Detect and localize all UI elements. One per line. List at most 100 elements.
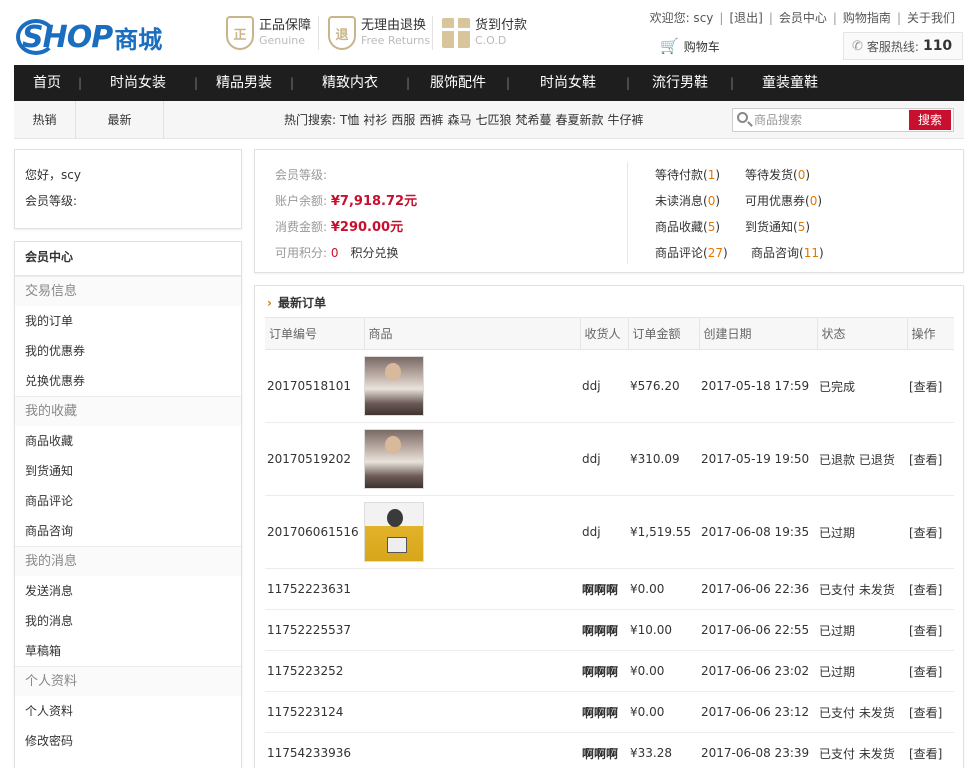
view-link[interactable]: [查看] (907, 732, 954, 768)
nav-item-underwear[interactable]: 精致内衣 (290, 65, 408, 101)
view-link[interactable]: [查看] (907, 609, 954, 651)
order-id: 1175223124 (265, 691, 364, 733)
view-link[interactable]: [查看] (907, 691, 954, 733)
product-thumbnail[interactable] (364, 429, 424, 489)
menu-link-my-orders[interactable]: 我的订单 (15, 306, 241, 336)
created-date: 2017-06-06 22:36 (699, 568, 817, 610)
hot-term[interactable]: 西服 (391, 113, 415, 127)
menu-link-product-inquiries[interactable]: 商品咨询 (15, 516, 241, 546)
created-date: 2017-06-08 23:39 (699, 732, 817, 768)
stat-product-reviews[interactable]: 商品评论(27) (655, 240, 728, 266)
order-id: 11752225537 (265, 609, 364, 651)
stat-product-favorites[interactable]: 商品收藏(5) (655, 214, 720, 240)
menu-link-change-password[interactable]: 修改密码 (15, 726, 241, 756)
menu-link-profile[interactable]: 个人资料 (15, 696, 241, 726)
about-link[interactable]: 关于我们 (907, 11, 955, 25)
menu-link-my-messages[interactable]: 我的消息 (15, 606, 241, 636)
created-date: 2017-06-06 23:02 (699, 650, 817, 692)
member-center-link[interactable]: 会员中心 (779, 11, 827, 25)
chevron-right-icon: › (267, 296, 272, 310)
view-link[interactable]: [查看] (907, 495, 954, 569)
nav-item-men-shoes[interactable]: 流行男鞋 (626, 65, 732, 101)
logout-link[interactable]: [退出] (729, 11, 762, 25)
hot-term[interactable]: 七匹狼 (475, 113, 511, 127)
phone-icon: ✆ (852, 38, 863, 54)
badge-subtitle: C.O.D (475, 34, 507, 47)
view-link[interactable]: [查看] (907, 349, 954, 423)
nav-item-home[interactable]: 首页 (14, 65, 80, 101)
receiver: 啊啊啊 (580, 691, 628, 733)
divider (627, 162, 628, 264)
menu-link-send-message[interactable]: 发送消息 (15, 576, 241, 606)
created-date: 2017-05-19 19:50 (699, 422, 817, 496)
hot-term[interactable]: T恤 (340, 113, 359, 127)
search-button[interactable]: 搜索 (909, 110, 951, 130)
col-date: 创建日期 (699, 317, 818, 350)
shield-zheng-icon: 正 (226, 16, 254, 50)
member-level-label: 会员等级: (25, 194, 78, 208)
hot-search-label: 热门搜索: (284, 113, 337, 127)
nav-item-women[interactable]: 时尚女装 (78, 65, 196, 101)
badge-title: 货到付款 (475, 18, 528, 33)
menu-group-favorites: 我的收藏 (15, 396, 241, 426)
sub-bar: 热销 最新 热门搜索:T恤衬衫西服西裤森马七匹狼梵希蔓春夏新款牛仔裤 搜索 (14, 101, 964, 139)
search-input[interactable] (754, 111, 909, 129)
view-link[interactable]: [查看] (907, 568, 954, 610)
tab-hot[interactable]: 热销 (14, 101, 76, 139)
order-id: 11754233936 (265, 732, 364, 768)
menu-link-redeem-coupon[interactable]: 兑换优惠券 (15, 366, 241, 396)
stat-available-coupons[interactable]: 可用优惠券(0) (745, 188, 822, 214)
menu-link-product-reviews[interactable]: 商品评论 (15, 486, 241, 516)
menu-link-product-favorites[interactable]: 商品收藏 (15, 426, 241, 456)
hot-term[interactable]: 春夏新款 (555, 113, 603, 127)
nav-item-men[interactable]: 精品男装 (194, 65, 292, 101)
divider (318, 16, 319, 50)
menu-group-profile: 个人资料 (15, 666, 241, 696)
hot-term[interactable]: 衬衫 (363, 113, 387, 127)
stat-awaiting-payment[interactable]: 等待付款(1) (655, 162, 720, 188)
stat-unread-messages[interactable]: 未读消息(0) (655, 188, 720, 214)
nav-item-women-shoes[interactable]: 时尚女鞋 (506, 65, 628, 101)
shopping-guide-link[interactable]: 购物指南 (843, 11, 891, 25)
stat-awaiting-shipment[interactable]: 等待发货(0) (745, 162, 810, 188)
nav-item-kids[interactable]: 童装童鞋 (730, 65, 848, 101)
menu-link-arrival-notice[interactable]: 到货通知 (15, 456, 241, 486)
nav-item-accessories[interactable]: 服饰配件 (406, 65, 508, 101)
hot-term[interactable]: 森马 (447, 113, 471, 127)
product-thumbnail[interactable] (364, 502, 424, 562)
receiver: 啊啊啊 (580, 650, 628, 692)
table-row: 11752223631 啊啊啊 ¥0.00 2017-06-06 22:36 已… (265, 568, 954, 610)
status: 已支付 未发货 (817, 568, 907, 610)
hot-term[interactable]: 牛仔裤 (608, 113, 644, 127)
site-logo[interactable]: SHOP 商城 (14, 14, 190, 60)
view-link[interactable]: [查看] (907, 650, 954, 692)
badge-subtitle: Free Returns (361, 34, 431, 47)
amount: ¥310.09 (628, 422, 699, 496)
hot-term[interactable]: 梵希蔓 (515, 113, 551, 127)
table-header-row: 订单编号 商品 收货人 订单金额 创建日期 状态 操作 (265, 317, 954, 350)
hotline-box: ✆ 客服热线: 110 (843, 32, 963, 60)
member-menu-title: 会员中心 (15, 242, 241, 276)
menu-link-my-coupons[interactable]: 我的优惠券 (15, 336, 241, 366)
created-date: 2017-06-08 19:35 (699, 495, 817, 569)
product-thumbnail[interactable] (364, 356, 424, 416)
stat-product-inquiries[interactable]: 商品咨询(11) (751, 240, 824, 266)
amount: ¥0.00 (628, 568, 699, 610)
status: 已过期 (817, 495, 907, 569)
tab-newest[interactable]: 最新 (76, 101, 164, 139)
receiver: 啊啊啊 (580, 609, 628, 651)
main-nav: 首页 时尚女装 精品男装 精致内衣 服饰配件 时尚女鞋 流行男鞋 童装童鞋 (14, 65, 964, 101)
shield-tui-icon: 退 (328, 16, 356, 50)
stat-arrival-notice[interactable]: 到货通知(5) (745, 214, 810, 240)
view-link[interactable]: [查看] (907, 422, 954, 496)
menu-link-drafts[interactable]: 草稿箱 (15, 636, 241, 666)
balance-value: ¥7,918.72元 (330, 194, 418, 209)
hot-term[interactable]: 西裤 (419, 113, 443, 127)
points-exchange-link[interactable]: 积分兑换 (351, 246, 399, 260)
amount: ¥33.28 (628, 732, 699, 768)
table-row: 20170519202 ddj ¥310.09 2017-05-19 19:50… (265, 422, 954, 496)
status: 已支付 未发货 (817, 691, 907, 733)
account-summary: 会员等级: 账户余额: ¥7,918.72元 消费金额: ¥290.00元 可用… (254, 149, 964, 273)
cart-link[interactable]: 🛒 购物车 (660, 37, 720, 55)
hotline-label: 客服热线: (866, 39, 919, 54)
